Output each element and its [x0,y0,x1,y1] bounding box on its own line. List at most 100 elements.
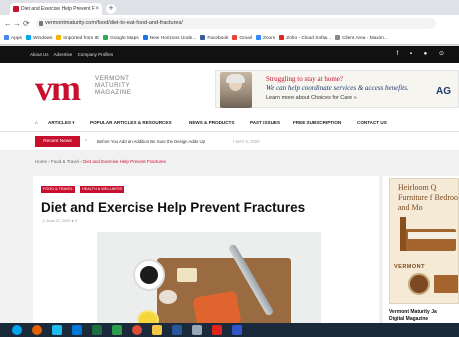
article-title: Diet and Exercise Help Prevent Fractures [41,200,306,215]
bookmark-icon [56,35,62,41]
ad-headline: Struggling to stay at home? [266,75,343,83]
breadcrumb-section[interactable]: Food & Travel [51,159,79,164]
breadcrumb-home[interactable]: Home [35,159,47,164]
breadcrumb-current: Diet and Exercise Help Prevent Fractures [83,159,166,164]
logo-line: VERMONT [95,75,130,82]
taskbar-start-icon[interactable] [12,325,22,335]
recent-news-ticker: Recent News › Before You Add an Addition… [0,132,459,151]
tab-close-icon[interactable]: × [95,3,99,15]
social-icons[interactable]: f ▪ ● ⊙ [397,46,449,63]
ad-subheadline: We can help coordinate services & access… [266,84,409,92]
sidebar: Heirloom Q Furniture f Bedroom, and Mo V… [383,176,459,326]
logo-wordmark[interactable]: VERMONT MATURITY MAGAZINE [95,75,131,96]
bookmark-item[interactable]: Facebook [200,33,229,44]
nav-free-subscription[interactable]: FREE SUBSCRIPTION [293,113,341,132]
nav-past-issues[interactable]: PAST ISSUES [250,113,280,132]
new-tab-button[interactable]: + [106,4,116,14]
link-advertise[interactable]: Advertise [54,52,73,57]
nav-contact-us[interactable]: CONTACT US [357,113,387,132]
lock-icon [39,21,43,26]
taskbar-shield-icon[interactable] [232,325,242,335]
bookmark-icon [4,35,9,41]
bookmark-item[interactable]: Apps [4,33,22,44]
sidebar-furniture-ad[interactable]: Heirloom Q Furniture f Bedroom, and Mo V… [389,178,459,304]
ad-cta[interactable]: Learn more about Choices for Care » [266,95,357,101]
tag-health-wellness[interactable]: HEALTH & WELLNESS [80,186,125,193]
breadcrumb-sep: › [48,159,50,164]
ticker-arrow-icon[interactable]: › [85,136,87,147]
windows-taskbar [0,323,459,337]
sidebar-ad-title: Heirloom Q Furniture f Bedroom, and Mo [398,183,458,212]
bookmark-item[interactable]: Zoom [255,33,276,44]
bookmark-label: Zoho - Cloud Softw... [286,36,331,41]
bookmark-item[interactable]: Gmail [232,33,252,44]
taskbar-ie-icon[interactable] [52,325,62,335]
taskbar-edge-icon[interactable] [72,325,82,335]
site-logo[interactable]: vm [35,70,81,106]
ticker-date: • MAY 5, 2020 [233,139,260,144]
sidebar-caption[interactable]: Vermont Maturity Ja Digital Magazine [389,309,437,323]
site-topbar: About Us Advertise Company Profiles f ▪ … [0,46,459,63]
forward-icon[interactable]: → [13,19,21,28]
ticker-headline[interactable]: Before You Add an Addition Be Sure the D… [97,136,205,147]
bookmark-label: Imported from IE [63,36,100,41]
ad-photo [220,72,252,108]
bookmark-icon [103,35,109,41]
bookmark-item[interactable]: Windows [25,33,52,44]
bookmark-icon [142,35,148,41]
home-icon[interactable]: ⌂ [35,113,38,132]
logo-line: MATURITY [95,82,131,89]
site-header: vm VERMONT MATURITY MAGAZINE Struggling … [0,63,459,113]
sidebar-caption-line: Vermont Maturity Ja [389,309,437,315]
taskbar-chrome-icon[interactable] [132,325,142,335]
link-company-profiles[interactable]: Company Profiles [78,52,114,57]
back-icon[interactable]: ← [4,19,12,28]
breadcrumb-sep: › [80,159,82,164]
bookmark-icon [232,35,238,41]
browser-tab[interactable]: Diet and Exercise Help Prevent F × [10,3,102,15]
reload-icon[interactable]: ⟳ [23,19,30,28]
article-meta: ◷ June 22, 2020 ● 0 [42,219,77,223]
salmon-fillet [192,290,242,326]
breadcrumb: Home › Food & Travel › Diet and Exercise… [35,159,166,164]
taskbar-excel-icon[interactable] [92,325,102,335]
taskbar-word-icon[interactable] [172,325,182,335]
bookmark-item[interactable]: Zoho - Cloud Softw... [279,33,331,44]
header-banner-ad[interactable]: Struggling to stay at home? We can help … [215,70,459,108]
bookmark-icon [200,35,206,41]
tag-food-travel[interactable]: FOOD & TRAVEL [41,186,76,193]
bookmark-item[interactable]: Imported from IE [56,33,100,44]
taskbar-firefox-icon[interactable] [32,325,42,335]
bookmark-icon [279,35,285,41]
bookmark-icon [25,35,31,41]
taskbar-explorer-icon[interactable] [152,325,162,335]
main-nav: ⌂ ARTICLES ▾ POPULAR ARTICLES & RESOURCE… [0,113,459,132]
logo-line: MAGAZINE [95,89,132,96]
nav-articles[interactable]: ARTICLES ▾ [48,113,75,132]
bookmark-icon [255,35,261,41]
furniture-image [434,275,458,293]
bookmark-label: Google Maps [110,36,139,41]
taskbar-photos-icon[interactable] [192,325,202,335]
recent-news-badge: Recent News [35,136,80,147]
bookmark-label: Zoom [262,36,276,41]
taskbar-acrobat-icon[interactable] [212,325,222,335]
bookmark-label: Apps [11,36,22,41]
nav-news-products[interactable]: NEWS & PRODUCTS [189,113,234,132]
sidebar-caption-line: Digital Magazine [389,316,429,322]
bookmark-label: New Horizons Unde... [149,36,197,41]
bookmark-item[interactable]: Google Maps [103,33,139,44]
favicon-icon [13,6,19,12]
bookmarks-bar: Apps Windows Imported from IE Google Maps Ne… [0,33,459,45]
link-about-us[interactable]: About Us [30,52,49,57]
taskbar-app-icon[interactable] [112,325,122,335]
bookmark-item[interactable]: Client Area - Maxim... [335,33,388,44]
bed-image [400,217,456,251]
sidebar-ad-brand: VERMONT [394,264,425,270]
address-bar[interactable]: vermontmaturity.com/food/diet-to-eat-foo… [36,18,436,29]
nav-popular-articles[interactable]: POPULAR ARTICLES & RESOURCES [90,113,172,132]
tab-title: Diet and Exercise Help Prevent F [21,6,95,12]
bookmark-label: Facebook [207,36,229,41]
bookmark-item[interactable]: New Horizons Unde... [142,33,197,44]
soy-sauce-bowl [133,259,165,291]
